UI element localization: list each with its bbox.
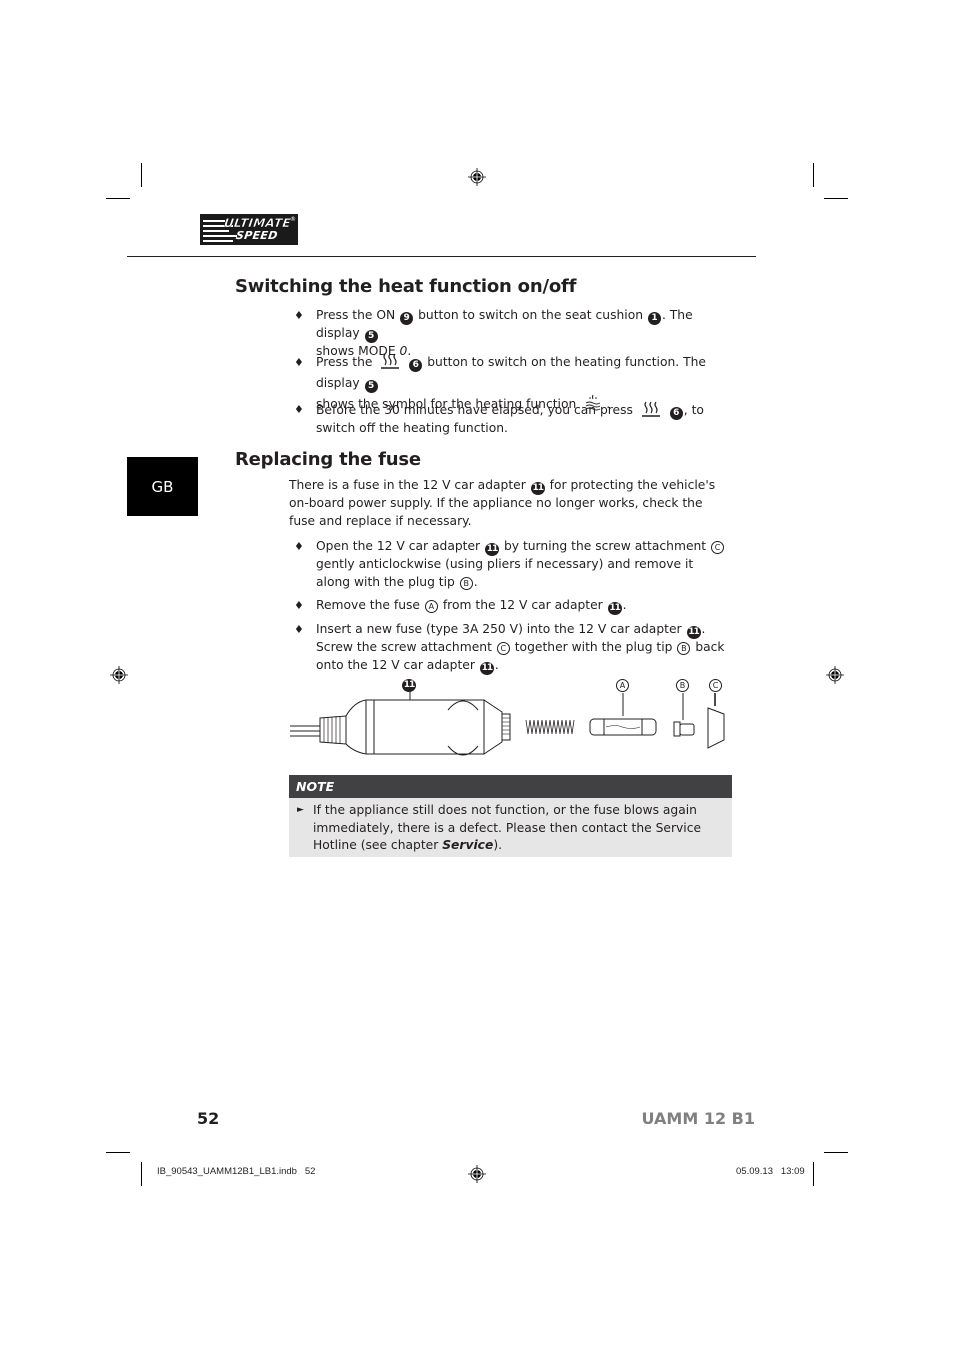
callout-letter: B: [677, 642, 691, 655]
slug-datetime: 05.09.13 13:09: [736, 1166, 805, 1177]
arrow-right-icon: ►: [297, 805, 304, 815]
callout-number: 11: [479, 661, 494, 675]
callout-letter: C: [711, 541, 725, 554]
callout-number: 6: [409, 359, 423, 372]
crop-mark: [813, 163, 814, 187]
crop-mark: [813, 1162, 814, 1186]
brand-logo: ULTIMATE SPEED ®: [200, 214, 298, 245]
bullet-diamond-icon: ♦: [294, 540, 304, 553]
service-chapter-reference: Service: [442, 838, 494, 852]
intro-paragraph: There is a fuse in the 12 V car adapter …: [289, 478, 716, 528]
header-rule: [127, 256, 756, 257]
callout-number: 5: [364, 380, 378, 393]
callout-letter: A: [424, 600, 438, 613]
list-item: ♦ Open the 12 V car adapter 11 by turnin…: [294, 538, 726, 591]
bullet-diamond-icon: ♦: [294, 623, 304, 636]
list-item: ♦ Before the 30 minutes have elapsed, yo…: [294, 401, 704, 435]
note-box: NOTE ► If the appliance still does not f…: [289, 775, 732, 857]
heat-button-icon: [381, 353, 400, 369]
note-body: ► If the appliance still does not functi…: [289, 798, 732, 857]
car-adapter-figure: 11 A B C: [288, 676, 734, 760]
slug-filename: IB_90543_UAMM12B1_LB1.indb 52: [157, 1166, 316, 1177]
registration-mark-icon: [468, 1165, 486, 1183]
callout-number: 11: [485, 543, 500, 556]
crop-mark: [141, 163, 142, 187]
logo-text-speed: SPEED: [235, 229, 279, 242]
registration-mark-icon: [826, 666, 844, 684]
list-item: ♦ Remove the fuse A from the 12 V car ad…: [294, 598, 627, 615]
language-tab: GB: [127, 457, 198, 516]
callout-letter: C: [496, 642, 510, 655]
figure-callout-fuse: A: [616, 679, 629, 692]
note-heading: NOTE: [289, 775, 732, 798]
crop-mark: [106, 198, 130, 199]
callout-number: 9: [400, 312, 414, 325]
callout-number: 1: [647, 312, 661, 325]
callout-number: 11: [686, 626, 701, 639]
callout-number: 11: [530, 482, 545, 495]
callout-number: 6: [669, 407, 683, 420]
crop-mark: [824, 1152, 848, 1153]
bullet-diamond-icon: ♦: [294, 599, 304, 612]
figure-callout-plug-tip: B: [676, 679, 689, 692]
registration-mark-icon: [468, 168, 486, 186]
registration-mark-icon: [110, 666, 128, 684]
crop-mark: [141, 1162, 142, 1186]
page-number: 52: [197, 1109, 220, 1128]
section-title-heat-function: Switching the heat function on/off: [235, 276, 577, 297]
callout-number: 5: [364, 330, 378, 343]
bullet-diamond-icon: ♦: [294, 356, 304, 369]
figure-callout-screw-attachment: C: [709, 679, 722, 692]
logo-text-ultimate: ULTIMATE: [223, 216, 292, 230]
car-adapter-illustration: [290, 691, 725, 756]
crop-mark: [106, 1152, 130, 1153]
list-item: ♦ Insert a new fuse (type 3A 250 V) into…: [294, 622, 725, 675]
bullet-diamond-icon: ♦: [294, 309, 304, 322]
registered-mark: ®: [290, 216, 296, 223]
bullet-diamond-icon: ♦: [294, 403, 304, 416]
callout-number: 11: [607, 602, 622, 615]
heat-button-icon: [641, 401, 660, 417]
crop-mark: [824, 198, 848, 199]
figure-callout-adapter: 11: [402, 679, 416, 692]
model-number: UAMM 12 B1: [641, 1109, 755, 1128]
language-tab-label: GB: [151, 477, 174, 496]
callout-letter: B: [459, 576, 473, 590]
section-title-replacing-fuse: Replacing the fuse: [235, 449, 421, 470]
